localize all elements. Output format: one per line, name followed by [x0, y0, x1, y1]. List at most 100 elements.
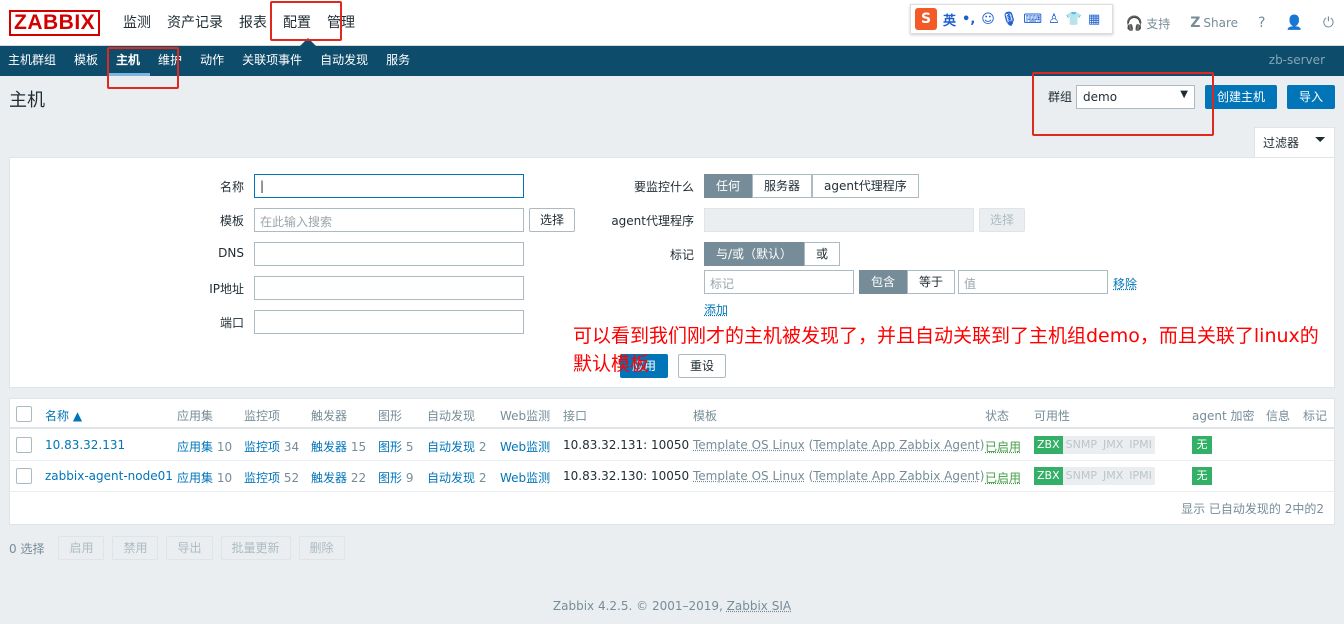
graphs-link[interactable]: 图形 9: [378, 469, 413, 486]
col-web: Web监测: [500, 409, 551, 423]
triggers-count: 15: [350, 440, 367, 454]
items-count: 34: [283, 440, 300, 454]
table-header: 名称 ▲ 应用集 监控项 触发器 图形 自动发现 Web监测 接口 模板 状态 …: [10, 399, 1334, 429]
tag-op-contains[interactable]: 包含: [859, 270, 908, 294]
tag-value-input[interactable]: 值: [958, 270, 1108, 294]
enable-button[interactable]: 启用: [58, 536, 105, 560]
discovery-link[interactable]: 自动发现 2: [427, 469, 486, 486]
col-encryption: agent 加密: [1192, 409, 1255, 423]
dns-input[interactable]: [254, 242, 524, 266]
items-label: 监控项: [244, 440, 281, 454]
items-link[interactable]: 监控项 52: [244, 469, 299, 486]
tag-operator-segment: 包含 等于: [859, 270, 956, 294]
applications-count: 10: [216, 471, 233, 485]
create-host-button[interactable]: 创建主机: [1205, 85, 1277, 109]
tag-add-link[interactable]: 添加: [704, 301, 728, 318]
monitor-label: 要监控什么: [633, 180, 694, 194]
snmp-badge: SNMP: [1062, 467, 1100, 485]
triggers-link[interactable]: 触发器 15: [311, 438, 366, 455]
template-input[interactable]: 在此输入搜索: [254, 208, 524, 232]
jmx-badge: JMX: [1099, 436, 1127, 454]
template-link[interactable]: Template OS Linux: [693, 469, 805, 483]
grid-icon[interactable]: ▦: [1088, 12, 1100, 27]
delete-button[interactable]: 删除: [298, 536, 345, 560]
row-checkbox[interactable]: [16, 468, 32, 484]
web-link[interactable]: Web监测: [500, 469, 550, 486]
mic-icon[interactable]: 🎙: [1001, 12, 1018, 27]
name-input[interactable]: |: [254, 174, 524, 198]
sogou-logo-icon[interactable]: S: [915, 8, 937, 30]
web-link[interactable]: Web监测: [500, 438, 550, 455]
templates-cell: Template OS Linux (Template App Zabbix A…: [693, 469, 985, 483]
select-all-checkbox[interactable]: [16, 406, 32, 422]
export-button[interactable]: 导出: [166, 536, 213, 560]
tag-mode-andor[interactable]: 与/或（默认）: [704, 242, 805, 266]
support-link[interactable]: 🎧 支持: [1126, 15, 1170, 32]
submenu-hostgroups[interactable]: 主机群组: [0, 46, 66, 76]
availability-badges: ZBX SNMP JMX IPMI: [1034, 436, 1155, 454]
col-name[interactable]: 名称 ▲: [45, 407, 82, 424]
host-name-link[interactable]: 10.83.32.131: [45, 438, 125, 452]
ime-lang-toggle[interactable]: 英: [943, 10, 956, 29]
table-row: zabbix-agent-node01 应用集 10 监控项 52 触发器 22…: [10, 461, 1334, 492]
tag-op-equals[interactable]: 等于: [907, 270, 956, 294]
template-select-button[interactable]: 选择: [529, 208, 575, 232]
monitor-proxy[interactable]: agent代理程序: [812, 174, 919, 198]
ime-punct-toggle[interactable]: •,: [962, 12, 975, 27]
user-profile-icon[interactable]: 👤: [1285, 15, 1302, 31]
help-icon[interactable]: ?: [1258, 15, 1265, 31]
filter-tab[interactable]: 过滤器 ⏷: [1254, 127, 1335, 158]
discovery-link[interactable]: 自动发现 2: [427, 438, 486, 455]
tag-input[interactable]: 标记: [704, 270, 854, 294]
row-checkbox[interactable]: [16, 437, 32, 453]
status-toggle[interactable]: 已启用: [985, 438, 1021, 455]
graphs-label: 图形: [378, 440, 403, 454]
host-name-link[interactable]: zabbix-agent-node01: [45, 469, 173, 483]
submenu-discovery[interactable]: 自动发现: [312, 46, 378, 76]
monitor-any[interactable]: 任何: [704, 174, 753, 198]
ipmi-badge: IPMI: [1126, 436, 1155, 454]
applications-link[interactable]: 应用集 10: [177, 438, 232, 455]
triggers-link[interactable]: 触发器 22: [311, 469, 366, 486]
applications-link[interactable]: 应用集 10: [177, 469, 232, 486]
import-button[interactable]: 导入: [1287, 85, 1335, 109]
logout-icon[interactable]: ⏻: [1323, 15, 1334, 31]
discovery-count: 2: [478, 471, 487, 485]
ip-input[interactable]: [254, 276, 524, 300]
tag-mode-segment: 与/或（默认） 或: [704, 242, 841, 266]
keyboard-icon[interactable]: ⌨: [1023, 12, 1042, 27]
menu-monitoring[interactable]: 监测: [115, 0, 159, 46]
port-input[interactable]: [254, 310, 524, 334]
graphs-link[interactable]: 图形 5: [378, 438, 413, 455]
template-link[interactable]: Template OS Linux: [693, 438, 805, 452]
monitor-server[interactable]: 服务器: [752, 174, 813, 198]
port-label: 端口: [219, 316, 244, 330]
disable-button[interactable]: 禁用: [112, 536, 159, 560]
interface-value: 10.83.32.131: 10050: [563, 438, 690, 452]
zabbix-logo[interactable]: ZABBIX: [9, 10, 101, 36]
ip-label: IP地址: [209, 282, 244, 296]
ipmi-badge: IPMI: [1126, 467, 1155, 485]
emoji-icon[interactable]: ☺: [981, 12, 995, 27]
mass-update-button[interactable]: 批量更新: [220, 536, 291, 560]
menu-inventory[interactable]: 资产记录: [159, 0, 231, 46]
ime-toolbar: S 英 •, ☺ 🎙 ⌨ ♙ 👕 ▦: [910, 4, 1113, 34]
shirt-icon[interactable]: 👕: [1066, 12, 1082, 27]
tag-mode-or[interactable]: 或: [804, 242, 841, 266]
dns-label: DNS: [218, 246, 244, 260]
share-link[interactable]: Z Share: [1190, 15, 1238, 31]
submenu-correlation[interactable]: 关联项事件: [234, 46, 312, 76]
footer-link[interactable]: Zabbix SIA: [727, 599, 791, 613]
user-icon[interactable]: ♙: [1048, 12, 1060, 27]
tag-remove-link[interactable]: 移除: [1113, 275, 1137, 292]
submenu-actions[interactable]: 动作: [192, 46, 234, 76]
submenu-services[interactable]: 服务: [378, 46, 420, 76]
menu-reports[interactable]: 报表: [231, 0, 275, 46]
status-toggle[interactable]: 已启用: [985, 469, 1021, 486]
template-link-2[interactable]: Template App Zabbix Agent: [813, 438, 979, 452]
template-link-2[interactable]: Template App Zabbix Agent: [813, 469, 979, 483]
items-link[interactable]: 监控项 34: [244, 438, 299, 455]
zbx-badge: ZBX: [1034, 436, 1063, 454]
graphs-count: 9: [405, 471, 414, 485]
submenu-templates[interactable]: 模板: [66, 46, 108, 76]
